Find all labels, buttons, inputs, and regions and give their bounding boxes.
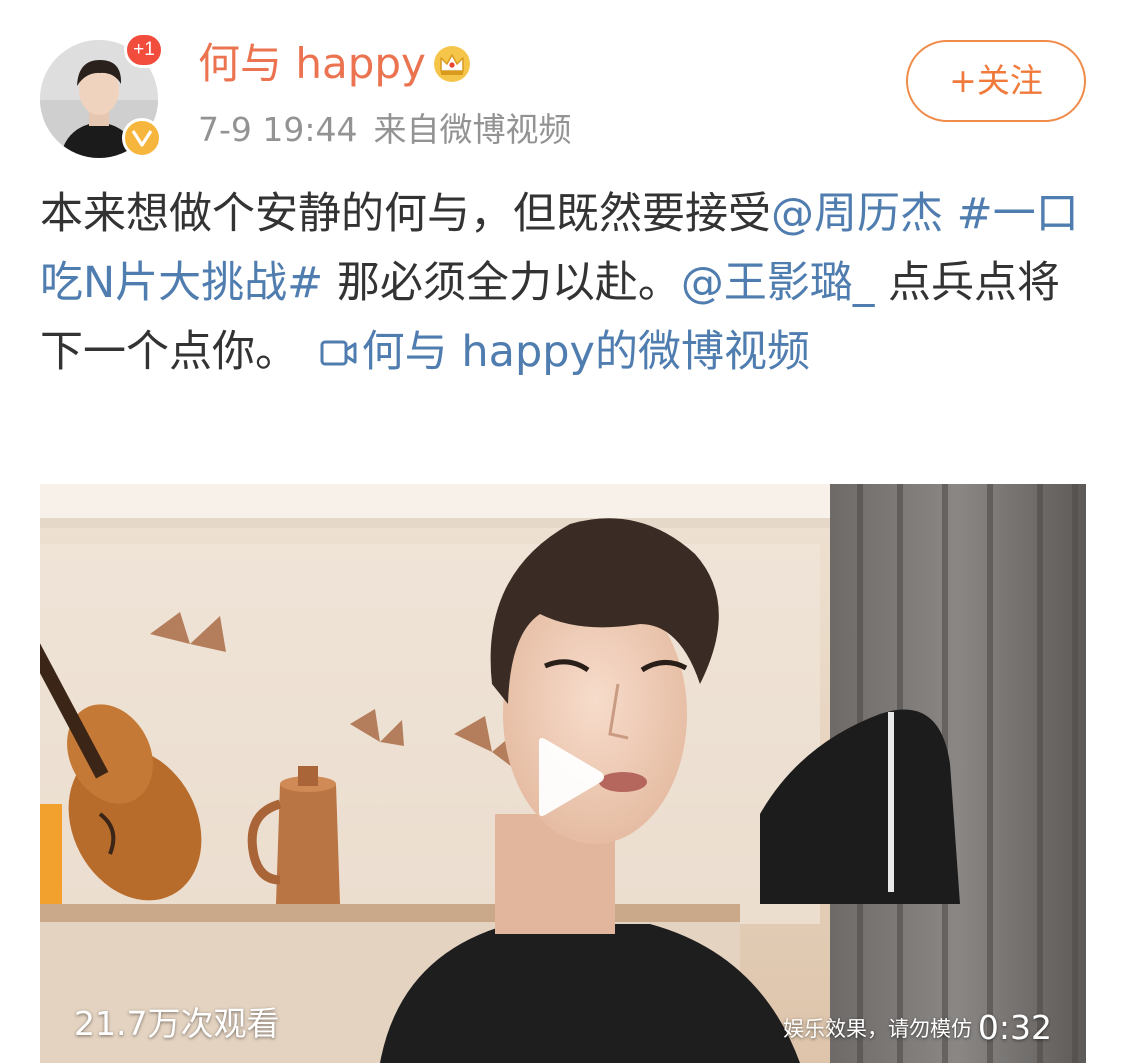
weibo-post: +1 何与 happy 7-9 19:44 来自微博视频 +关注 本来想做个安静的…: [0, 0, 1125, 1063]
mention-link[interactable]: @王影璐_: [681, 258, 875, 308]
avatar-container[interactable]: +1: [40, 32, 164, 158]
post-text-segment: 本来想做个安静的何与，但既然要接受: [40, 189, 771, 239]
author-name-row[interactable]: 何与 happy: [198, 36, 472, 92]
post-meta: 7-9 19:44 来自微博视频: [198, 108, 572, 152]
verified-v-icon: [122, 118, 162, 158]
video-link[interactable]: 何与 happy的微博视频: [312, 327, 810, 377]
video-duration: 0:32: [977, 1008, 1052, 1047]
post-time: 7-9 19:44: [198, 110, 358, 149]
post-text-segment: 那必须全力以赴。: [323, 258, 681, 308]
video-disclaimer: 娱乐效果，请勿模仿: [783, 1017, 972, 1041]
post-source[interactable]: 来自微博视频: [374, 110, 572, 149]
mention-link[interactable]: @周历杰: [771, 189, 943, 239]
video-player[interactable]: 21.7万次观看 娱乐效果，请勿模仿 0:32: [40, 484, 1086, 1063]
crown-icon: [432, 42, 472, 82]
view-count: 21.7万次观看: [74, 1004, 280, 1043]
play-icon[interactable]: [529, 734, 609, 820]
author-name[interactable]: 何与 happy: [198, 39, 426, 88]
video-link-label[interactable]: 何与 happy的微博视频: [362, 327, 810, 377]
notification-badge: +1: [124, 32, 164, 68]
post-text: 本来想做个安静的何与，但既然要接受@周历杰 #一口吃N片大挑战# 那必须全力以赴…: [40, 180, 1090, 387]
video-camera-icon: [320, 320, 358, 366]
follow-button[interactable]: +关注: [906, 40, 1086, 122]
